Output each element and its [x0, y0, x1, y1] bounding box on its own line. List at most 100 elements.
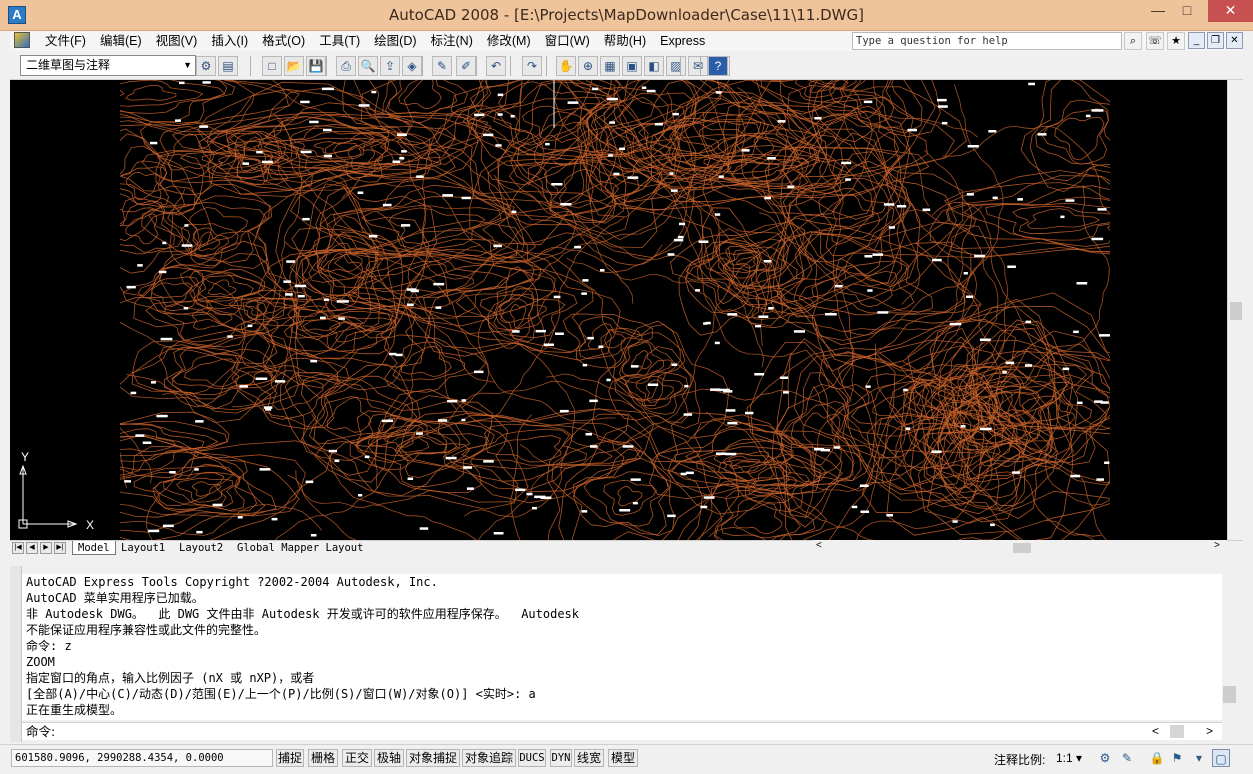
standard-toolbar: 二维草图与注释 ▼ ⚙▤□📂💾⎙🔍⇪◈✎✐↶↷✋⊕▦▣◧▨✉▦?	[10, 51, 1243, 80]
scroll-right-icon[interactable]: >	[1214, 540, 1220, 551]
tool-palettes-icon[interactable]: ◧	[644, 56, 664, 76]
doc-close-button[interactable]: ✕	[1226, 32, 1243, 49]
menu-item[interactable]: 视图(V)	[149, 33, 205, 49]
command-history-line: AutoCAD Express Tools Copyright ?2002-20…	[26, 575, 438, 589]
prev-tab-icon[interactable]: ◀	[26, 542, 38, 554]
toolbar-separator	[250, 56, 251, 76]
command-history: AutoCAD Express Tools Copyright ?2002-20…	[22, 574, 1222, 720]
status-toggle-button[interactable]: DYN	[550, 749, 572, 767]
menu-item[interactable]: 窗口(W)	[538, 33, 597, 49]
menu-item[interactable]: 文件(F)	[38, 33, 93, 49]
status-toggle-button[interactable]: 极轴	[374, 749, 404, 767]
status-tray-icon[interactable]: ⚑	[1168, 749, 1186, 767]
menu-item[interactable]: 帮助(H)	[597, 33, 653, 49]
next-tab-icon[interactable]: ▶	[40, 542, 52, 554]
status-toggle-button[interactable]: DUCS	[518, 749, 546, 767]
status-toggle-button[interactable]: 捕捉	[276, 749, 304, 767]
design-center-icon[interactable]: ▣	[622, 56, 642, 76]
document-menu-icon[interactable]	[14, 32, 30, 48]
canvas-horizontal-scrollbar[interactable]: < >	[812, 540, 1227, 555]
scroll-left-icon[interactable]: <	[816, 540, 822, 551]
help-icon[interactable]: ?	[708, 56, 728, 76]
annotation-scale-label: 注释比例:	[994, 753, 1046, 767]
undo-icon[interactable]: ↶	[486, 56, 506, 76]
close-button[interactable]: ✕	[1208, 0, 1253, 22]
menu-item[interactable]: Express	[653, 33, 712, 49]
help-search-input[interactable]: Type a question for help	[852, 32, 1122, 50]
doc-restore-button[interactable]: ❐	[1207, 32, 1224, 49]
canvas-vertical-scrollbar[interactable]	[1227, 80, 1243, 540]
pan-icon[interactable]: ✋	[556, 56, 576, 76]
menu-item[interactable]: 插入(I)	[204, 33, 255, 49]
communication-center-icon[interactable]: ☏	[1146, 32, 1164, 50]
status-menu-chevron-icon[interactable]: ▾	[1190, 749, 1208, 767]
scroll-left-icon[interactable]: <	[1152, 724, 1159, 738]
scroll-thumb[interactable]	[1230, 302, 1242, 320]
menu-item[interactable]: 修改(M)	[480, 33, 538, 49]
command-history-line: [全部(A)/中心(C)/动态(D)/范围(E)/上一个(P)/比例(S)/窗口…	[26, 687, 536, 701]
match-properties-icon[interactable]: ✎	[432, 56, 452, 76]
scroll-right-icon[interactable]: >	[1206, 724, 1213, 738]
sheet-set-icon[interactable]: ▨	[666, 56, 686, 76]
status-toggle-button[interactable]: 线宽	[574, 749, 604, 767]
redo-icon[interactable]: ↷	[522, 56, 542, 76]
scroll-thumb[interactable]	[1013, 543, 1031, 553]
tab-model[interactable]: Model	[72, 541, 116, 555]
status-toggle-button[interactable]: 模型	[608, 749, 638, 767]
contour-lines	[120, 80, 1110, 540]
auto-scale-icon[interactable]: ✎	[1118, 749, 1136, 767]
command-window-grip[interactable]	[10, 566, 22, 742]
menu-item[interactable]: 编辑(E)	[93, 33, 149, 49]
title-bar: A AutoCAD 2008 - [E:\Projects\MapDownloa…	[0, 0, 1253, 31]
status-toggle-button[interactable]: 正交	[342, 749, 372, 767]
command-history-line: AutoCAD 菜单实用程序已加载。	[26, 591, 204, 605]
publish-icon[interactable]: ⇪	[380, 56, 400, 76]
plot-preview-icon[interactable]: 🔍	[358, 56, 378, 76]
my-workspace-icon[interactable]: ▤	[218, 56, 238, 76]
maximize-button[interactable]: □	[1170, 0, 1204, 22]
doc-minimize-button[interactable]: _	[1188, 32, 1205, 49]
coordinate-readout[interactable]: 601580.9096, 2990288.4354, 0.0000	[11, 749, 273, 767]
tab-layout2[interactable]: Layout2	[174, 541, 228, 555]
plot-icon[interactable]: ⎙	[336, 56, 356, 76]
save-icon[interactable]: 💾	[306, 56, 326, 76]
scroll-thumb[interactable]	[1170, 725, 1184, 738]
command-history-line: 正在重生成模型。	[26, 703, 123, 717]
menu-item[interactable]: 标注(N)	[424, 33, 480, 49]
workspace-dropdown[interactable]: 二维草图与注释 ▼	[20, 55, 196, 76]
command-line[interactable]: 命令: < >	[22, 722, 1222, 740]
drawing-canvas[interactable]	[10, 80, 1227, 540]
zoom-realtime-icon[interactable]: ⊕	[578, 56, 598, 76]
menu-item[interactable]: 格式(O)	[255, 33, 312, 49]
search-icon[interactable]: ⌕	[1124, 32, 1142, 50]
annotation-visibility-icon[interactable]: ⚙	[1096, 749, 1114, 767]
tab-global-mapper-layout[interactable]: Global Mapper Layout	[232, 541, 368, 555]
block-editor-icon[interactable]: ✐	[456, 56, 476, 76]
toolbar-separator	[326, 56, 327, 76]
last-tab-icon[interactable]: ▶|	[54, 542, 66, 554]
open-icon[interactable]: 📂	[284, 56, 304, 76]
command-scrollbar[interactable]	[1222, 574, 1238, 720]
markup-icon[interactable]: ✉	[688, 56, 708, 76]
tab-layout1[interactable]: Layout1	[116, 541, 170, 555]
first-tab-icon[interactable]: |◀	[12, 542, 24, 554]
toolbar-lock-icon[interactable]: 🔒	[1148, 749, 1166, 767]
status-toggle-button[interactable]: 对象捕捉	[406, 749, 460, 767]
3d-dwf-icon[interactable]: ◈	[402, 56, 422, 76]
menu-items: 文件(F) 编辑(E) 视图(V) 插入(I) 格式(O) 工具(T) 绘图(D) 标注(N)…	[38, 33, 712, 49]
qnew-icon[interactable]: □	[262, 56, 282, 76]
properties-icon[interactable]: ▦	[600, 56, 620, 76]
status-toggle-button[interactable]: 对象追踪	[462, 749, 516, 767]
scroll-thumb[interactable]	[1223, 686, 1236, 703]
status-toggle-button[interactable]: 栅格	[308, 749, 338, 767]
favorites-icon[interactable]: ★	[1167, 32, 1185, 50]
toolbar-separator	[510, 56, 511, 76]
annotation-scale-dropdown[interactable]: 1:1 ▾	[1056, 751, 1082, 765]
command-history-line: 不能保证应用程序兼容性或此文件的完整性。	[26, 623, 267, 637]
toolbar-separator	[422, 56, 423, 76]
clean-screen-icon[interactable]: ▢	[1212, 749, 1230, 767]
ucs-icon	[18, 464, 78, 529]
menu-item[interactable]: 工具(T)	[312, 33, 367, 49]
workspace-settings-icon[interactable]: ⚙	[196, 56, 216, 76]
menu-item[interactable]: 绘图(D)	[367, 33, 423, 49]
